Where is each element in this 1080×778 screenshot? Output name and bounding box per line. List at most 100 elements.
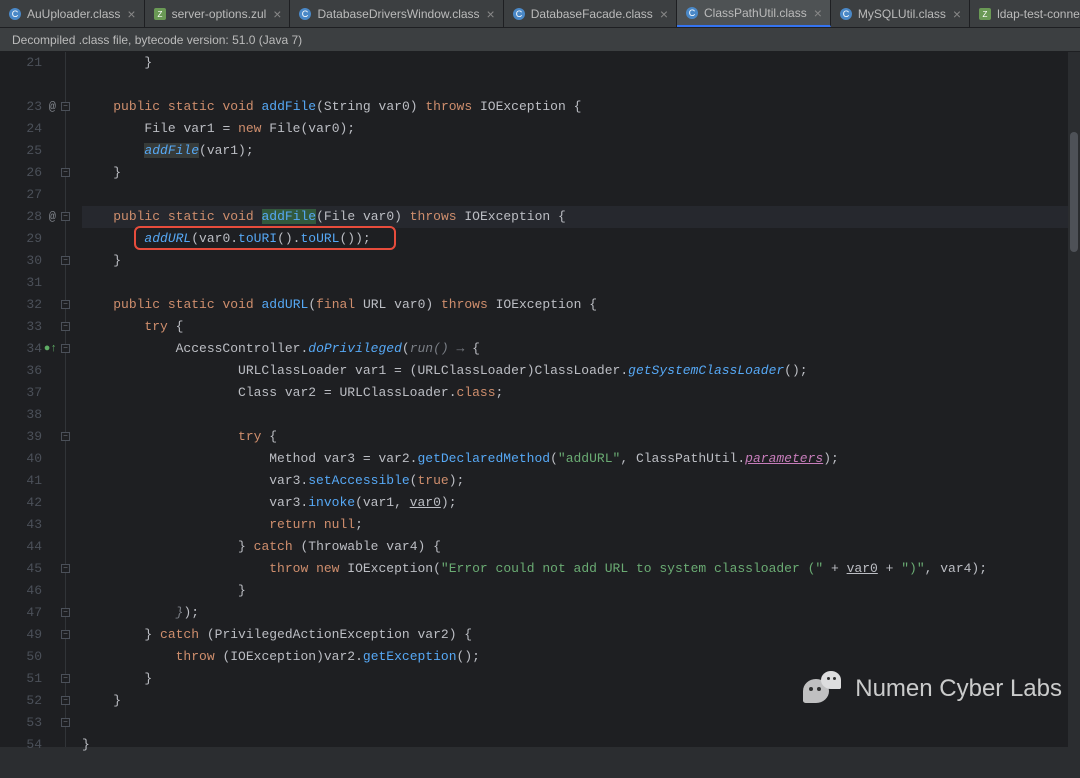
line-number: 38 <box>0 404 42 426</box>
line-number: 33 <box>0 316 42 338</box>
code-line[interactable] <box>82 272 1068 294</box>
line-number: 29 <box>0 228 42 250</box>
line-number: 31 <box>0 272 42 294</box>
line-number <box>0 74 42 96</box>
code-line[interactable]: } catch (Throwable var4) { <box>82 536 1068 558</box>
fold-toggle[interactable]: − <box>61 102 70 111</box>
code-line[interactable]: } <box>82 734 1068 756</box>
fold-toggle[interactable]: − <box>61 256 70 265</box>
code-line[interactable]: throw (IOException)var2.getException(); <box>82 646 1068 668</box>
fold-toggle[interactable]: − <box>61 564 70 573</box>
tab-ldap-test-connection-zul[interactable]: Zldap-test-connection.zul× <box>970 0 1080 27</box>
file-type-icon: C <box>512 7 526 21</box>
line-number: 32 <box>0 294 42 316</box>
code-line[interactable]: addURL(var0.toURI().toURL()); <box>82 228 1068 250</box>
tab-classpathutil-class[interactable]: C ClassPathUtil.class × <box>677 0 831 27</box>
code-area[interactable]: } public static void addFile(String var0… <box>78 52 1068 747</box>
line-number: 51 <box>0 668 42 690</box>
fold-toggle[interactable]: − <box>61 344 70 353</box>
svg-text:Z: Z <box>983 10 988 19</box>
line-number: 47 <box>0 602 42 624</box>
code-line[interactable]: AccessController.doPrivileged(run() → { <box>82 338 1068 360</box>
tab-label: server-options.zul <box>172 7 267 21</box>
tab-label: ClassPathUtil.class <box>704 6 807 20</box>
file-type-icon: C <box>839 7 853 21</box>
vcs-change-marker[interactable]: ●↑ <box>44 338 57 360</box>
svg-text:C: C <box>843 9 850 19</box>
code-line[interactable]: try { <box>82 316 1068 338</box>
close-icon[interactable]: × <box>127 6 135 22</box>
override-marker[interactable]: @ <box>49 206 56 228</box>
code-line[interactable]: throw new IOException("Error could not a… <box>82 558 1068 580</box>
fold-toggle[interactable]: − <box>61 608 70 617</box>
line-number-gutter: 2123@2425262728@293031323334●↑3637383940… <box>0 52 60 747</box>
fold-toggle[interactable]: − <box>61 322 70 331</box>
code-line[interactable]: File var1 = new File(var0); <box>82 118 1068 140</box>
line-number: 36 <box>0 360 42 382</box>
tab-label: ldap-test-connection.zul <box>997 7 1080 21</box>
code-line[interactable]: return null; <box>82 514 1068 536</box>
code-line[interactable]: Class var2 = URLClassLoader.class; <box>82 382 1068 404</box>
tab-auuploader-class[interactable]: CAuUploader.class× <box>0 0 145 27</box>
code-line[interactable] <box>82 712 1068 734</box>
line-number: 42 <box>0 492 42 514</box>
fold-toggle[interactable]: − <box>61 432 70 441</box>
code-line[interactable]: } catch (PrivilegedActionException var2)… <box>82 624 1068 646</box>
code-line[interactable]: Method var3 = var2.getDeclaredMethod("ad… <box>82 448 1068 470</box>
code-line[interactable]: public static void addFile(String var0) … <box>82 96 1068 118</box>
code-line[interactable]: public static void addFile(File var0) th… <box>82 206 1068 228</box>
close-icon[interactable]: × <box>273 6 281 22</box>
fold-toggle[interactable]: − <box>61 718 70 727</box>
decompiled-banner: Decompiled .class file, bytecode version… <box>0 28 1080 52</box>
code-line[interactable] <box>82 184 1068 206</box>
fold-toggle[interactable]: − <box>61 674 70 683</box>
code-line[interactable] <box>82 74 1068 96</box>
line-number: 23@ <box>0 96 42 118</box>
code-line[interactable]: }); <box>82 602 1068 624</box>
close-icon[interactable]: × <box>953 6 961 22</box>
code-line[interactable]: } <box>82 52 1068 74</box>
tab-databasedriverswindow-class[interactable]: CDatabaseDriversWindow.class× <box>290 0 503 27</box>
code-line[interactable]: } <box>82 250 1068 272</box>
tab-databasefacade-class[interactable]: CDatabaseFacade.class× <box>504 0 677 27</box>
fold-toggle[interactable]: − <box>61 696 70 705</box>
code-line[interactable]: public static void addURL(final URL var0… <box>82 294 1068 316</box>
line-number: 49 <box>0 624 42 646</box>
fold-toggle[interactable]: − <box>61 212 70 221</box>
fold-toggle[interactable]: − <box>61 168 70 177</box>
tab-label: AuUploader.class <box>27 7 120 21</box>
code-editor[interactable]: 2123@2425262728@293031323334●↑3637383940… <box>0 52 1080 747</box>
line-number: 21 <box>0 52 42 74</box>
code-line[interactable]: try { <box>82 426 1068 448</box>
code-line[interactable]: } <box>82 668 1068 690</box>
close-icon[interactable]: × <box>814 5 822 21</box>
code-line[interactable]: var3.setAccessible(true); <box>82 470 1068 492</box>
line-number: 52 <box>0 690 42 712</box>
tab-server-options-zul[interactable]: Zserver-options.zul × <box>145 0 291 27</box>
code-line[interactable]: addFile(var1); <box>82 140 1068 162</box>
svg-text:Z: Z <box>157 10 162 19</box>
editor-tabs: CAuUploader.class×Zserver-options.zul×CD… <box>0 0 1080 28</box>
tab-label: MySQLUtil.class <box>858 7 946 21</box>
code-line[interactable]: } <box>82 580 1068 602</box>
close-icon[interactable]: × <box>487 6 495 22</box>
fold-toggle[interactable]: − <box>61 630 70 639</box>
line-number: 39 <box>0 426 42 448</box>
vertical-scrollbar[interactable] <box>1068 52 1080 747</box>
code-line[interactable]: } <box>82 690 1068 712</box>
close-icon[interactable]: × <box>660 6 668 22</box>
code-line[interactable]: } <box>82 162 1068 184</box>
code-line[interactable] <box>82 404 1068 426</box>
scroll-thumb[interactable] <box>1070 132 1078 252</box>
line-number: 45 <box>0 558 42 580</box>
override-marker[interactable]: @ <box>49 96 56 118</box>
svg-text:C: C <box>515 9 522 19</box>
code-line[interactable]: var3.invoke(var1, var0); <box>82 492 1068 514</box>
tab-mysqlutil-class[interactable]: C MySQLUtil.class × <box>831 0 970 27</box>
fold-column: − − − − − − − − − − − − − − <box>60 52 78 747</box>
code-line[interactable]: URLClassLoader var1 = (URLClassLoader)Cl… <box>82 360 1068 382</box>
file-type-icon: C <box>685 6 699 20</box>
code-line[interactable] <box>82 756 1068 778</box>
line-number: 30 <box>0 250 42 272</box>
fold-toggle[interactable]: − <box>61 300 70 309</box>
